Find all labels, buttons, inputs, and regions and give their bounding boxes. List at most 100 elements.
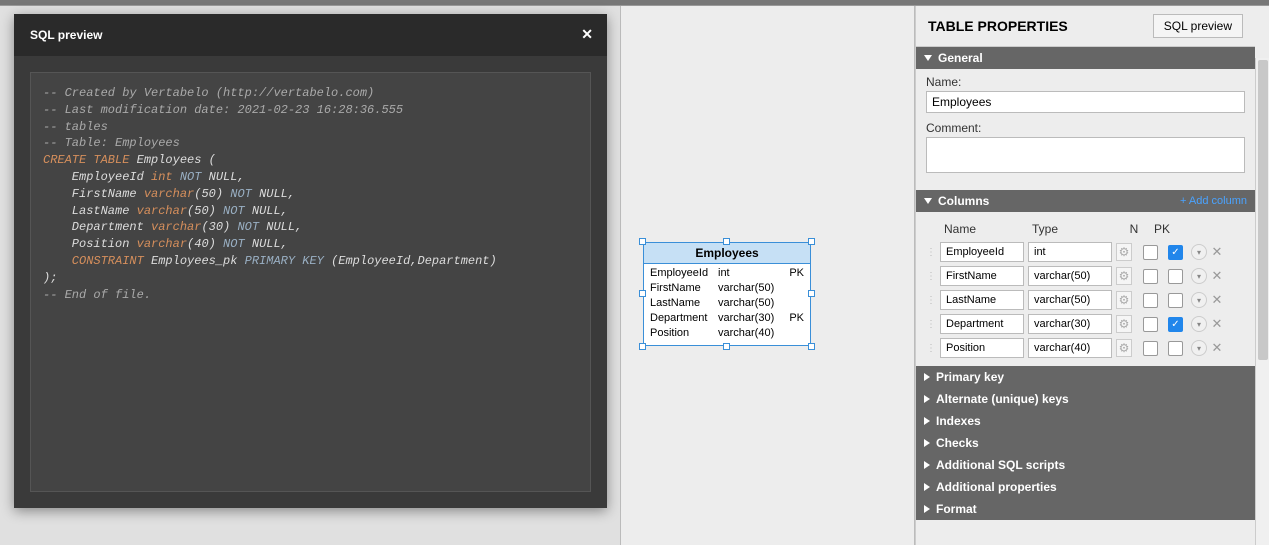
entity-columns: EmployeeIdintPKFirstNamevarchar(50)LastN… <box>644 264 810 345</box>
chevron-down-icon[interactable]: ▾ <box>1191 340 1207 356</box>
gear-icon[interactable]: ⚙ <box>1116 243 1132 261</box>
entity-employees[interactable]: Employees EmployeeIdintPKFirstNamevarcha… <box>643 242 811 346</box>
sql-preview-button[interactable]: SQL preview <box>1153 14 1243 38</box>
pk-checkbox[interactable]: ✓ <box>1168 245 1183 260</box>
chevron-down-icon <box>924 55 932 61</box>
entity-col-type: varchar(50) <box>718 281 786 296</box>
column-type-input[interactable] <box>1028 338 1112 358</box>
modal-title: SQL preview <box>30 28 102 42</box>
chevron-down-icon[interactable]: ▾ <box>1191 316 1207 332</box>
column-type-input[interactable] <box>1028 266 1112 286</box>
resize-handle[interactable] <box>639 238 646 245</box>
nullable-checkbox[interactable] <box>1143 293 1158 308</box>
column-name-input[interactable] <box>940 338 1024 358</box>
drag-handle-icon[interactable]: ⋮⋮ <box>926 319 940 330</box>
delete-icon[interactable]: ✕ <box>1210 340 1224 356</box>
gear-icon[interactable]: ⚙ <box>1116 291 1132 309</box>
chevron-right-icon <box>924 461 930 469</box>
delete-icon[interactable]: ✕ <box>1210 268 1224 284</box>
drag-handle-icon[interactable]: ⋮⋮ <box>926 271 940 282</box>
col-header-type: Type <box>1032 222 1120 236</box>
chevron-down-icon[interactable]: ▾ <box>1191 292 1207 308</box>
chevron-down-icon[interactable]: ▾ <box>1191 244 1207 260</box>
name-input[interactable] <box>926 91 1245 113</box>
section-alternate-keys[interactable]: Alternate (unique) keys <box>916 388 1255 410</box>
resize-handle[interactable] <box>723 238 730 245</box>
columns-body: Name Type N PK ⋮⋮ ⚙ ✓ ▾ ✕ ⋮⋮ ⚙ ▾ ✕ ⋮⋮ ⚙ … <box>916 212 1255 366</box>
entity-col-type: varchar(40) <box>718 326 786 341</box>
drag-handle-icon[interactable]: ⋮⋮ <box>926 295 940 306</box>
section-indexes[interactable]: Indexes <box>916 410 1255 432</box>
chevron-down-icon[interactable]: ▾ <box>1191 268 1207 284</box>
gear-icon[interactable]: ⚙ <box>1116 339 1132 357</box>
column-name-input[interactable] <box>940 290 1024 310</box>
nullable-checkbox[interactable] <box>1143 269 1158 284</box>
comment-input[interactable] <box>926 137 1245 173</box>
entity-col-type: int <box>718 266 786 281</box>
entity-title[interactable]: Employees <box>644 243 810 264</box>
drag-handle-icon[interactable]: ⋮⋮ <box>926 247 940 258</box>
column-name-input[interactable] <box>940 266 1024 286</box>
chevron-right-icon <box>924 483 930 491</box>
entity-column-row: Departmentvarchar(30)PK <box>650 311 804 326</box>
resize-handle[interactable] <box>639 290 646 297</box>
section-label: Primary key <box>936 370 1004 384</box>
resize-handle[interactable] <box>808 238 815 245</box>
resize-handle[interactable] <box>723 343 730 350</box>
section-label: General <box>938 51 983 65</box>
column-type-input[interactable] <box>1028 290 1112 310</box>
scrollbar[interactable] <box>1255 58 1269 545</box>
gear-icon[interactable]: ⚙ <box>1116 267 1132 285</box>
close-icon[interactable]: ✕ <box>581 26 593 43</box>
column-row: ⋮⋮ ⚙ ✓ ▾ ✕ <box>926 312 1245 336</box>
erd-canvas[interactable]: Employees EmployeeIdintPKFirstNamevarcha… <box>620 6 915 545</box>
entity-col-name: Position <box>650 326 718 341</box>
section-label: Additional properties <box>936 480 1057 494</box>
section-label: Columns <box>938 194 989 208</box>
pk-checkbox[interactable]: ✓ <box>1168 317 1183 332</box>
resize-handle[interactable] <box>639 343 646 350</box>
section-format[interactable]: Format <box>916 498 1255 520</box>
chevron-down-icon <box>924 198 932 204</box>
section-label: Indexes <box>936 414 981 428</box>
add-column-link[interactable]: + Add column <box>1180 195 1247 207</box>
nullable-checkbox[interactable] <box>1143 245 1158 260</box>
section-additional-properties[interactable]: Additional properties <box>916 476 1255 498</box>
pk-checkbox[interactable] <box>1168 269 1183 284</box>
gear-icon[interactable]: ⚙ <box>1116 315 1132 333</box>
drag-handle-icon[interactable]: ⋮⋮ <box>926 343 940 354</box>
nullable-checkbox[interactable] <box>1143 317 1158 332</box>
name-label: Name: <box>926 75 1245 89</box>
column-row: ⋮⋮ ⚙ ▾ ✕ <box>926 264 1245 288</box>
general-body: Name: Comment: <box>916 69 1255 190</box>
column-name-input[interactable] <box>940 242 1024 262</box>
delete-icon[interactable]: ✕ <box>1210 316 1224 332</box>
section-columns[interactable]: Columns + Add column <box>916 190 1255 212</box>
nullable-checkbox[interactable] <box>1143 341 1158 356</box>
section-checks[interactable]: Checks <box>916 432 1255 454</box>
sql-body: -- Created by Vertabelo (http://vertabel… <box>14 56 607 508</box>
chevron-right-icon <box>924 373 930 381</box>
comment-label: Comment: <box>926 121 1245 135</box>
entity-column-row: EmployeeIdintPK <box>650 266 804 281</box>
delete-icon[interactable]: ✕ <box>1210 292 1224 308</box>
sql-text[interactable]: -- Created by Vertabelo (http://vertabel… <box>30 72 591 492</box>
delete-icon[interactable]: ✕ <box>1210 244 1224 260</box>
properties-panel: TABLE PROPERTIES SQL preview General Nam… <box>915 6 1269 545</box>
section-sql-scripts[interactable]: Additional SQL scripts <box>916 454 1255 476</box>
section-primary-key[interactable]: Primary key <box>916 366 1255 388</box>
column-type-input[interactable] <box>1028 314 1112 334</box>
chevron-right-icon <box>924 417 930 425</box>
section-general[interactable]: General <box>916 47 1255 69</box>
pk-checkbox[interactable] <box>1168 341 1183 356</box>
scrollbar-thumb[interactable] <box>1258 60 1268 360</box>
column-type-input[interactable] <box>1028 242 1112 262</box>
pk-checkbox[interactable] <box>1168 293 1183 308</box>
resize-handle[interactable] <box>808 343 815 350</box>
entity-col-name: LastName <box>650 296 718 311</box>
column-name-input[interactable] <box>940 314 1024 334</box>
resize-handle[interactable] <box>808 290 815 297</box>
panel-header: TABLE PROPERTIES SQL preview <box>916 6 1255 47</box>
col-header-name: Name <box>944 222 1032 236</box>
modal-header[interactable]: SQL preview ✕ <box>14 14 607 56</box>
